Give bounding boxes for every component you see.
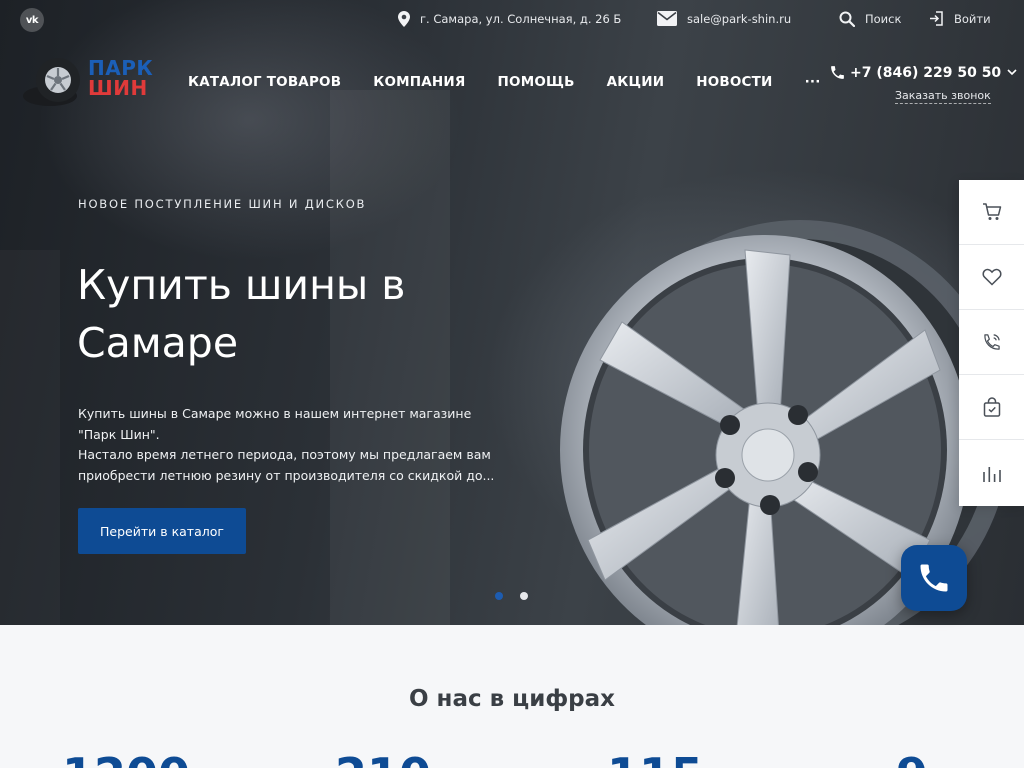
stat-value: 9: [896, 752, 928, 768]
logo-text: ПАРК ШИН: [88, 58, 153, 98]
mail-icon: [657, 11, 677, 26]
top-bar: vk г. Самара, ул. Солнечная, д. 26 Б sal…: [0, 0, 1024, 40]
logo-line-1: ПАРК: [88, 56, 154, 80]
hero-description-line: Настало время летнего периода, поэтому м…: [78, 447, 491, 462]
vk-social-link[interactable]: vk: [20, 8, 44, 32]
logo-line-2: ШИН: [88, 76, 148, 100]
orders-button[interactable]: [959, 375, 1024, 440]
slider-dot-1-active[interactable]: [495, 592, 503, 600]
callback-request-button[interactable]: [959, 310, 1024, 375]
search-icon: [839, 11, 855, 27]
phone-icon: [831, 66, 844, 79]
nav-item-promotions[interactable]: АКЦИИ: [607, 74, 665, 90]
hero-description-line: "Парк Шин".: [78, 426, 160, 442]
compare-button[interactable]: [959, 440, 1024, 506]
login-label: Войти: [954, 11, 991, 26]
side-quick-panel: [959, 180, 1024, 506]
nav-item-help[interactable]: ПОМОЩЬ: [498, 74, 575, 90]
about-section-title: О нас в цифрах: [409, 686, 615, 712]
phone-number: +7 (846) 229 50 50: [850, 64, 1002, 81]
search-label: Поиск: [865, 12, 902, 26]
hero-title: Купить шины в Самаре: [77, 261, 406, 367]
nav-item-catalog[interactable]: КАТАЛОГ ТОВАРОВ: [188, 74, 341, 90]
heart-icon: [981, 268, 1002, 286]
hero-description-line: приобрести летнюю резину от производител…: [78, 467, 495, 483]
callback-link[interactable]: Заказать звонок: [895, 89, 991, 104]
favorites-button[interactable]: [959, 245, 1024, 310]
address: г. Самара, ул. Солнечная, д. 26 Б: [398, 11, 621, 27]
address-text: г. Самара, ул. Солнечная, д. 26 Б: [420, 12, 622, 26]
main-nav: КАТАЛОГ ТОВАРОВ КОМПАНИЯ ПОМОЩЬ АКЦИИ НО…: [188, 74, 853, 90]
login-button[interactable]: Войти: [929, 11, 991, 26]
site-logo[interactable]: ПАРК ШИН: [22, 56, 153, 110]
search-button[interactable]: Поиск: [839, 11, 901, 27]
slider-dot-2[interactable]: [520, 592, 528, 600]
hero-description-line: Купить шины в Самаре можно в нашем интер…: [78, 406, 472, 421]
hero-eyebrow: НОВОЕ ПОСТУПЛЕНИЕ ШИН И ДИСКОВ: [78, 197, 367, 211]
login-icon: [930, 11, 943, 26]
nav-item-company[interactable]: КОМПАНИЯ: [373, 74, 465, 90]
hero-description: Купить шины в Самаре можно в нашем интер…: [78, 404, 498, 486]
cart-button[interactable]: [959, 180, 1024, 245]
location-pin-icon: [398, 11, 410, 27]
phone-call-icon: [983, 334, 1000, 350]
email[interactable]: sale@park-shin.ru: [657, 11, 791, 26]
phone-icon: [920, 564, 948, 592]
go-to-catalog-button[interactable]: Перейти в каталог: [78, 508, 246, 554]
chevron-down-icon[interactable]: [1007, 69, 1017, 76]
cart-icon: [982, 203, 1001, 220]
header-phone[interactable]: +7 (846) 229 50 50: [829, 64, 1021, 81]
tire-logo-icon: [23, 58, 80, 106]
compare-bars-icon: [982, 467, 1001, 482]
nav-item-news[interactable]: НОВОСТИ: [696, 74, 772, 90]
email-link[interactable]: sale@park-shin.ru: [687, 12, 791, 26]
floating-call-button[interactable]: [901, 545, 967, 611]
stat-value: 1200: [62, 752, 190, 768]
nav-item-more[interactable]: ···: [805, 74, 821, 90]
bag-check-icon: [983, 397, 1000, 417]
background-blur: [0, 250, 60, 625]
stats-row: 1200 210 115 9: [0, 752, 1024, 768]
stat-value: 115: [607, 752, 703, 768]
stat-value: 210: [335, 752, 431, 768]
